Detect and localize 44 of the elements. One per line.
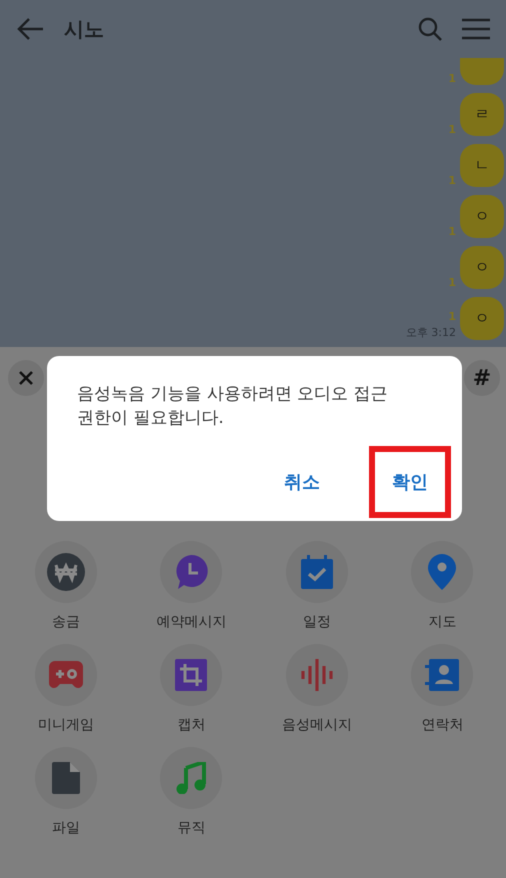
chat-title: 시노 — [64, 16, 105, 42]
attachment-item[interactable]: 지도 — [380, 541, 505, 631]
dialog-button[interactable]: 취소 — [261, 446, 343, 518]
close-button[interactable] — [8, 360, 44, 396]
attachment-item[interactable]: 송금 — [3, 541, 128, 631]
attachment-item[interactable]: 뮤직 — [128, 747, 254, 837]
message-bubble: ㄹ — [460, 93, 504, 136]
dialog-message: 음성녹음 기능을 사용하려면 오디오 접근 권한이 필요합니다. — [77, 383, 389, 430]
attachment-item[interactable]: 연락처 — [380, 644, 505, 734]
hashtag-button[interactable]: # — [464, 360, 500, 396]
document-icon — [52, 762, 80, 794]
crop-icon — [175, 659, 208, 691]
message-bubble: ㄴ — [460, 144, 504, 187]
back-arrow-icon — [16, 17, 44, 41]
back-button[interactable] — [16, 17, 44, 41]
contact-book-icon — [425, 659, 460, 691]
map-pin-icon — [428, 554, 456, 590]
music-note-icon — [176, 762, 206, 794]
sound-wave-icon — [300, 659, 333, 691]
unread-count: 1 — [448, 310, 456, 323]
search-button[interactable] — [418, 17, 442, 41]
speech-clock-icon — [174, 554, 208, 590]
unread-count: 1 — [448, 72, 456, 85]
attachment-item[interactable]: 미니게임 — [3, 644, 128, 734]
attachment-item[interactable]: 파일 — [3, 747, 128, 837]
message-bubble: ㅇ — [460, 195, 504, 238]
menu-button[interactable] — [462, 18, 490, 40]
unread-count: 1 — [448, 123, 456, 136]
won-coin-icon — [46, 553, 85, 591]
attachment-item[interactable]: 음성메시지 — [254, 644, 380, 734]
unread-count: 1 — [448, 276, 456, 289]
gamepad-icon — [48, 661, 83, 689]
close-icon — [19, 371, 33, 385]
message-bubble: ㅇ — [460, 246, 504, 289]
attachment-item[interactable]: 캡처 — [128, 644, 254, 734]
unread-count: 1 — [448, 174, 456, 187]
unread-count: 1 — [448, 225, 456, 238]
attachment-item[interactable]: 예약메시지 — [128, 541, 254, 631]
dialog-button[interactable]: 확인 — [369, 446, 451, 518]
menu-icon — [462, 18, 490, 40]
calendar-check-icon — [300, 555, 333, 589]
message-bubble: ㅇ — [460, 297, 504, 340]
search-icon — [418, 17, 442, 41]
attachment-item[interactable]: 일정 — [254, 541, 380, 631]
